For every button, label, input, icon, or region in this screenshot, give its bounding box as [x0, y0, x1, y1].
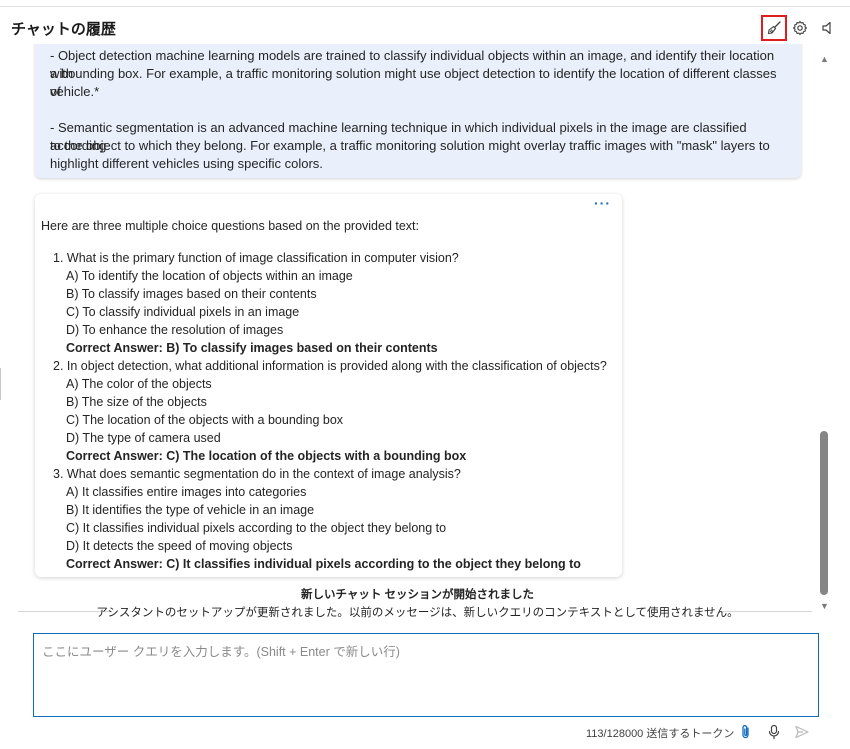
assistant-intro: Here are three multiple choice questions… [41, 219, 420, 233]
option: C) It classifies individual pixels accor… [66, 521, 447, 535]
token-counter: 113/128000 送信するトークン [586, 728, 735, 740]
question: 3. What does semantic segmentation do in… [53, 467, 461, 481]
correct-answer: Correct Answer: B) To classify images ba… [66, 341, 438, 355]
option: A) It classifies entire images into cate… [66, 485, 307, 499]
correct-answer: Correct Answer: C) The location of the o… [66, 449, 467, 463]
paperclip-icon [742, 725, 749, 739]
question: 1. What is the primary function of image… [53, 251, 459, 265]
option: B) The size of the objects [66, 395, 207, 409]
clear-chat-button[interactable] [761, 15, 787, 41]
microphone-icon [768, 724, 780, 740]
assistant-message: ··· Here are three multiple choice quest… [35, 194, 622, 577]
option: A) The color of the objects [66, 377, 212, 391]
left-edge-marker [0, 368, 1, 400]
correct-answer: Correct Answer: C) It classifies individ… [66, 557, 581, 571]
session-started-title: 新しいチャット セッションが開始されました [300, 589, 535, 601]
microphone-button[interactable] [765, 723, 783, 741]
query-input[interactable] [34, 634, 818, 716]
chat-scrollbar[interactable]: ▲ ▼ [815, 44, 835, 618]
attach-button[interactable] [737, 723, 755, 741]
scroll-up-arrow-icon[interactable]: ▲ [820, 54, 829, 64]
speaker-button[interactable] [817, 17, 839, 39]
question: 2. In object detection, what additional … [53, 359, 607, 373]
option: B) To classify images based on their con… [66, 287, 317, 301]
chat-history[interactable]: - Object detection machine learning mode… [0, 44, 812, 614]
quiz-list: 1. What is the primary function of image… [41, 249, 621, 573]
user-message-line: vehicle.* [50, 84, 100, 99]
session-started-subtitle: アシスタントのセットアップが更新されました。以前のメッセージは、新しいクエリのコ… [96, 607, 739, 619]
more-options-button[interactable]: ··· [594, 195, 611, 211]
gear-icon [792, 20, 808, 36]
option: B) It identifies the type of vehicle in … [66, 503, 315, 517]
send-icon [795, 725, 809, 739]
settings-button[interactable] [789, 17, 811, 39]
option: D) It detects the speed of moving object… [66, 539, 293, 553]
query-input-box[interactable] [33, 633, 819, 717]
option: D) The type of camera used [66, 431, 221, 445]
user-message-line: highlight different vehicles using speci… [50, 156, 323, 171]
page-title: チャットの履歴 [11, 21, 116, 38]
top-divider [0, 6, 850, 7]
speaker-icon [822, 21, 831, 35]
option: C) To classify individual pixels in an i… [66, 305, 300, 319]
option: D) To enhance the resolution of images [66, 323, 284, 337]
option: A) To identify the location of objects w… [66, 269, 353, 283]
send-button[interactable] [793, 723, 811, 741]
user-message: - Object detection machine learning mode… [35, 44, 801, 178]
option: C) The location of the objects with a bo… [66, 413, 344, 427]
scrollbar-thumb[interactable] [820, 431, 828, 595]
broom-clear-icon [767, 21, 781, 35]
user-message-line: to the object to which they belong. For … [50, 138, 770, 153]
